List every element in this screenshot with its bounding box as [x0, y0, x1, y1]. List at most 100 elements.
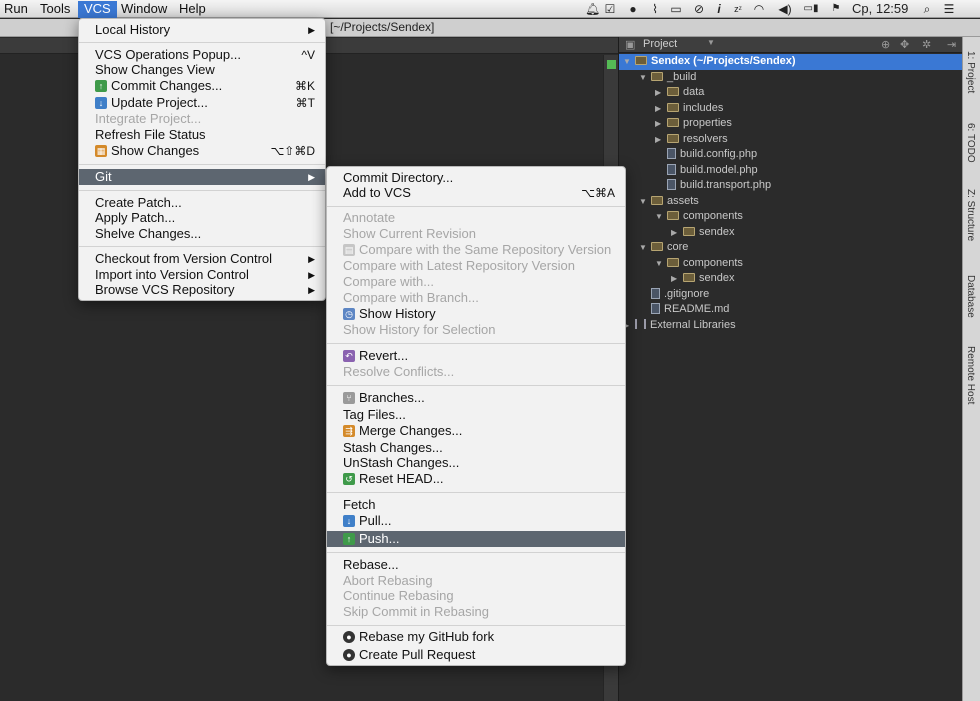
menu-tools[interactable]: Tools: [40, 1, 70, 18]
menu-item-git[interactable]: Git ▶: [79, 169, 325, 185]
chevron-down-icon[interactable]: ▼: [639, 240, 651, 255]
menu-window[interactable]: Window: [121, 1, 167, 18]
menu-item-checkout-from-vcs[interactable]: Checkout from Version Control ▶: [79, 251, 325, 267]
tree-node-file[interactable]: build.transport.php: [619, 178, 771, 194]
menu-help[interactable]: Help: [179, 1, 206, 18]
display-icon[interactable]: ▭: [668, 1, 684, 17]
menu-item-tag-files[interactable]: Tag Files...: [327, 407, 625, 423]
battery-icon[interactable]: ▭▮: [802, 1, 820, 17]
notification-bell-icon[interactable]: 🔔︎: [585, 1, 600, 17]
scroll-from-source-icon[interactable]: ⊕: [881, 38, 890, 51]
merge-icon: ⇶: [343, 425, 355, 437]
tree-node-folder[interactable]: ▼ assets: [619, 194, 699, 210]
tree-node-file[interactable]: build.model.php: [619, 163, 758, 179]
tree-node-folder[interactable]: ▼ core: [619, 240, 688, 256]
menu-item-browse-vcs-repository[interactable]: Browse VCS Repository ▶: [79, 282, 325, 298]
menu-item-vcs-operations-popup[interactable]: VCS Operations Popup... ^V: [79, 47, 325, 63]
menu-clock[interactable]: Ср, 12:59: [852, 1, 912, 17]
menu-run[interactable]: Run: [4, 1, 28, 18]
tree-node-label: components: [683, 257, 743, 269]
menu-item-reset-head[interactable]: ↺ Reset HEAD...: [327, 471, 625, 487]
menu-item-push[interactable]: ↑ Push...: [327, 531, 625, 547]
chevron-down-icon[interactable]: ▼: [639, 194, 651, 209]
menu-item-create-patch[interactable]: Create Patch...: [79, 195, 325, 211]
tree-node-root[interactable]: ▼ Sendex (~/Projects/Sendex): [619, 54, 963, 70]
chevron-right-icon[interactable]: ▶: [655, 101, 667, 116]
wifi-icon[interactable]: ◠: [750, 1, 768, 17]
menu-item-update-project[interactable]: ↓ Update Project... ⌘T: [79, 95, 325, 111]
tree-node-file[interactable]: .gitignore: [619, 287, 709, 303]
menu-separator: [79, 164, 325, 165]
chevron-down-icon[interactable]: ▼: [655, 256, 667, 271]
menu-item-apply-patch[interactable]: Apply Patch...: [79, 210, 325, 226]
collapse-all-icon[interactable]: ✥: [900, 38, 909, 51]
menu-item-refresh-file-status[interactable]: Refresh File Status: [79, 127, 325, 143]
menu-item-show-changes[interactable]: ▦ Show Changes ⌥⇧⌘D: [79, 143, 325, 159]
menu-item-unstash-changes[interactable]: UnStash Changes...: [327, 455, 625, 471]
tree-node-label: assets: [667, 195, 699, 207]
menu-item-stash-changes[interactable]: Stash Changes...: [327, 440, 625, 456]
chevron-right-icon[interactable]: ▶: [655, 85, 667, 100]
tree-node-folder[interactable]: ▼ _build: [619, 70, 696, 86]
tree-node-folder[interactable]: ▶ properties: [619, 116, 732, 132]
menu-separator: [327, 492, 625, 493]
menu-item-show-changes-view[interactable]: Show Changes View: [79, 62, 325, 78]
tool-tab-todo[interactable]: 6: TODO: [965, 123, 976, 163]
tree-node-file[interactable]: build.config.php: [619, 147, 757, 163]
menu-item-commit-changes[interactable]: ↑ Commit Changes... ⌘K: [79, 78, 325, 94]
info-icon[interactable]: i: [714, 1, 724, 17]
project-view-icon: ▣: [625, 39, 636, 51]
tree-node-folder[interactable]: ▶ resolvers: [619, 132, 728, 148]
chevron-down-icon[interactable]: ▼: [639, 70, 651, 85]
tree-node-folder[interactable]: ▶ sendex: [619, 225, 734, 241]
hide-panel-icon[interactable]: ⇥: [947, 38, 956, 51]
menu-separator: [327, 385, 625, 386]
gear-icon[interactable]: ✲: [922, 38, 931, 51]
menu-item-import-into-vcs[interactable]: Import into Version Control ▶: [79, 267, 325, 283]
menu-item-shelve-changes[interactable]: Shelve Changes...: [79, 226, 325, 242]
sleep-icon[interactable]: zᶻ: [730, 1, 746, 17]
paperclip-icon[interactable]: ⌇: [650, 1, 660, 17]
tool-tab-project[interactable]: 1: Project: [965, 51, 976, 93]
menu-item-revert[interactable]: ↶ Revert...: [327, 348, 625, 364]
spotlight-search-icon[interactable]: ⌕: [920, 1, 934, 17]
tree-node-folder[interactable]: ▼ components: [619, 209, 743, 225]
chevron-right-icon[interactable]: ▶: [655, 132, 667, 147]
menu-item-local-history[interactable]: Local History ▶: [79, 22, 325, 38]
evernote-icon[interactable]: ●: [627, 1, 639, 17]
clock-sync-icon[interactable]: ⊘: [693, 1, 705, 17]
flag-icon[interactable]: ⚑: [829, 1, 843, 17]
volume-icon[interactable]: ◀︎): [776, 1, 794, 17]
menu-item-rebase[interactable]: Rebase...: [327, 557, 625, 573]
tree-node-libraries[interactable]: ▶ External Libraries: [619, 318, 736, 334]
tree-node-label: README.md: [664, 303, 730, 315]
menu-item-add-to-vcs[interactable]: Add to VCS ⌥⌘A: [327, 185, 625, 201]
chevron-down-icon[interactable]: ▼: [623, 54, 635, 69]
chevron-right-icon[interactable]: ▶: [671, 271, 683, 286]
chevron-down-icon[interactable]: ▼: [655, 209, 667, 224]
tree-node-folder[interactable]: ▶ data: [619, 85, 704, 101]
tool-tab-remote-host[interactable]: Remote Host: [965, 346, 976, 404]
menu-item-commit-directory[interactable]: Commit Directory...: [327, 170, 625, 186]
tree-node-folder[interactable]: ▶ sendex: [619, 271, 734, 287]
tree-node-file[interactable]: README.md: [619, 302, 729, 318]
menu-item-merge-changes[interactable]: ⇶ Merge Changes...: [327, 423, 625, 439]
chevron-right-icon[interactable]: ▶: [671, 225, 683, 240]
notification-center-icon[interactable]: ☰: [942, 1, 956, 17]
menu-item-pull[interactable]: ↓ Pull...: [327, 513, 625, 529]
chevron-right-icon[interactable]: ▶: [655, 116, 667, 131]
menu-item-show-history[interactable]: ◷ Show History: [327, 306, 625, 322]
menu-vcs[interactable]: VCS: [78, 1, 117, 18]
project-view-selector[interactable]: Project: [643, 38, 677, 50]
menu-item-branches[interactable]: ⑂ Branches...: [327, 390, 625, 406]
tool-tab-database[interactable]: Database: [965, 275, 976, 318]
menu-item-rebase-github-fork[interactable]: ● Rebase my GitHub fork: [327, 629, 625, 645]
tool-tab-structure[interactable]: Z: Structure: [965, 189, 976, 241]
tree-node-folder[interactable]: ▼ components: [619, 256, 743, 272]
chevron-down-icon[interactable]: ▼: [707, 38, 715, 47]
checkbox-app-icon[interactable]: ☑: [604, 1, 616, 17]
tree-node-folder[interactable]: ▶ includes: [619, 101, 723, 117]
menu-item-create-pull-request[interactable]: ● Create Pull Request: [327, 647, 625, 663]
inspection-status-icon[interactable]: [607, 60, 616, 69]
menu-item-fetch[interactable]: Fetch: [327, 497, 625, 513]
